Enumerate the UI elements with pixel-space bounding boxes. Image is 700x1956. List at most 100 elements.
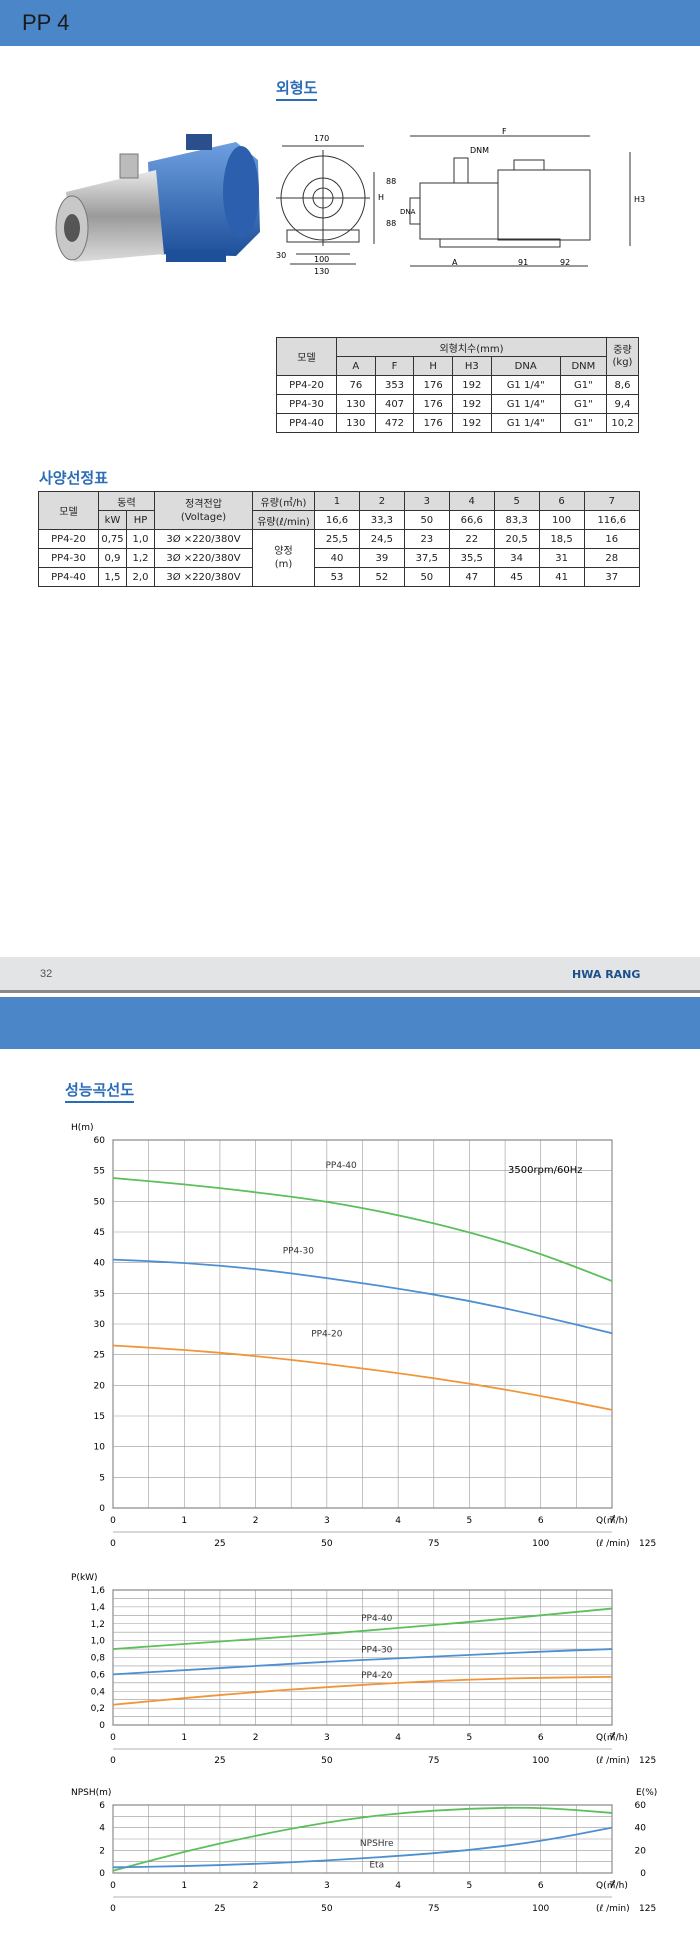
cell: 1,2 [126,548,155,568]
y-tick-label: 6 [99,1801,105,1811]
th-flow-l: 유량(ℓ/min) [252,510,315,530]
cell: 1,0 [126,529,155,549]
table-row: PP4-20 0,75 1,0 3Ø ×220/380V 양정 (m) 25,5 24,5… [38,529,641,587]
cell: PP4-40 [276,413,337,433]
cell: 34 [493,548,540,568]
cell: 76 [336,375,376,395]
x-axis-label: Q(㎥/h) [596,1732,628,1743]
th-flow-l-value: 83,3 [493,510,540,530]
cell: 28 [583,548,641,568]
cell: 472 [374,413,415,433]
cell: 25,5 [314,529,360,549]
x-tick-label: 5 [467,1881,473,1891]
section-title-dimension: 외형도 [276,77,318,101]
x-tick-label: 2 [253,1516,259,1526]
x-tick-label: 6 [538,1881,544,1891]
th-col-h: H [413,356,454,376]
dim-label-91: 91 [518,258,528,267]
cell: 130 [336,413,376,433]
y-axis-label: NPSH(m) [71,1788,111,1798]
x2-tick-label: 50 [321,1539,333,1549]
th-dims: 외형치수(mm) [336,337,607,357]
page-title: PP 4 [22,10,70,35]
th-flow: 6 [538,491,585,511]
cell: G1" [559,375,608,395]
x2-tick-label: 25 [214,1756,225,1766]
th-flow-l-value: 100 [538,510,585,530]
y-tick-label: 0,4 [91,1687,106,1697]
y-tick-label: 50 [94,1197,106,1207]
header-bar: PP 4 [0,0,700,46]
series-label-pp4-30: PP4-30 [361,1645,393,1655]
th-flow: 5 [493,491,540,511]
section-title-selection: 사양선정표 [39,469,109,487]
cell: 176 [413,394,454,414]
cell: PP4-20 [38,529,99,549]
x-tick-label: 0 [110,1516,116,1526]
cell: 1,5 [98,567,127,587]
th-hp: HP [126,510,155,530]
th-col-a: A [336,356,376,376]
cell: 18,5 [538,529,585,549]
x-tick-label: 4 [395,1733,401,1743]
th-flow-l-value: 33,3 [358,510,405,530]
cell: 41 [538,567,585,587]
cell: 192 [452,394,492,414]
cell: 22 [448,529,495,549]
th-col-h3: H3 [452,356,492,376]
cell: 40 [314,548,360,568]
x-axis-label: Q(㎥/h) [596,1515,628,1526]
x2-tick-label: 100 [532,1539,549,1549]
series-label-pp4-40: PP4-40 [361,1614,393,1624]
x-tick-label: 3 [324,1733,330,1743]
cell: G1" [559,394,608,414]
selection-table: 모델 동력 정격전압 (Voltage) 유량(㎥/h) 1234567 kW H… [38,491,641,587]
brand-logo: HWA RANG [572,968,641,981]
y-tick-label: 0 [99,1721,105,1731]
th-weight: 중량 (kg) [606,337,639,376]
dim-label-dnm: DNM [470,146,489,155]
cell: 37,5 [403,548,450,568]
x-tick-label: 6 [538,1733,544,1743]
th-flow: 2 [358,491,405,511]
series-label-npshre: NPSHre [360,1839,394,1849]
y-tick-label: 0,6 [91,1670,106,1680]
y-tick-label: 1,4 [91,1603,106,1613]
cell: 53 [314,567,360,587]
y-tick-label-right: 0 [640,1869,646,1879]
cell: 0,9 [98,548,127,568]
section-band [0,997,700,1049]
y-tick-label: 10 [94,1443,106,1453]
y-axis-label: P(kW) [71,1573,98,1583]
y-tick-label: 0 [99,1504,105,1514]
x2-tick-label: 100 [532,1904,549,1914]
cell: 176 [413,413,454,433]
th-flow: 7 [583,491,641,511]
x2-tick-label: 0 [110,1756,116,1766]
table-row: PP4-40 130 472 176 192 G1 1/4" G1" 10,2 [276,413,639,433]
x-tick-label: 2 [253,1881,259,1891]
x2-tick-label: 75 [428,1539,439,1549]
x-tick-label: 5 [467,1516,473,1526]
cell: 16 [583,529,641,549]
series-label-pp4-20: PP4-20 [361,1671,393,1681]
th-col-dnm: DNM [559,356,608,376]
cell: 3Ø ×220/380V [154,529,253,549]
cell: 35,5 [448,548,495,568]
cell: PP4-40 [38,567,99,587]
speed-annotation: 3500rpm/60Hz [508,1165,583,1176]
cell: 20,5 [493,529,540,549]
x-tick-label: 4 [395,1516,401,1526]
y-tick-label: 0,8 [91,1654,106,1664]
cell: 24,5 [358,529,405,549]
dim-label-f: F [502,128,507,136]
dim-label-170: 170 [314,134,329,143]
x2-tick-label: 125 [639,1904,656,1914]
x-tick-label: 1 [181,1733,187,1743]
y-tick-label: 40 [94,1259,106,1269]
cell: 8,6 [606,375,639,395]
dim-label-h3: H3 [634,195,645,204]
x-axis-label: Q(㎥/h) [596,1880,628,1891]
y-tick-label: 1,2 [91,1620,105,1630]
y-tick-label: 5 [99,1473,105,1483]
